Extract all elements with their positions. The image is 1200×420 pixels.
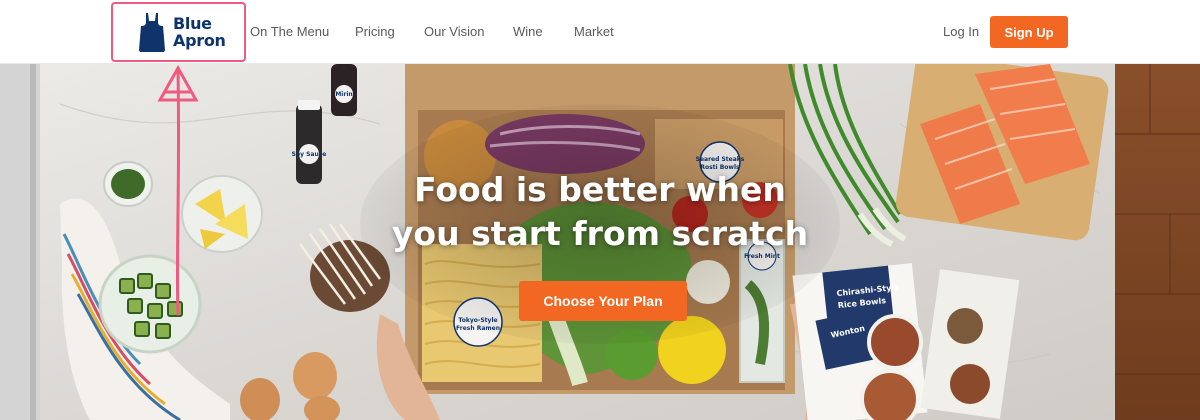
hero-headline-line2: you start from scratch [391,214,809,253]
choose-plan-button[interactable]: Choose Your Plan [519,281,687,321]
signup-button[interactable]: Sign Up [990,16,1068,48]
hero-headline: Food is better when you start from scrat… [380,168,820,256]
login-link[interactable]: Log In [943,24,979,39]
nav-item-market[interactable]: Market [574,24,614,39]
hero-headline-line1: Food is better when [414,170,786,209]
egg [240,378,280,420]
zucchini-bowl [98,254,202,354]
soy-sauce-bottle: Soy Sauce [292,100,327,184]
herb-dish [103,161,153,207]
brand-name: Blue Apron [173,15,226,49]
wood-table [1115,64,1200,420]
lemon-bowl [181,175,263,253]
nav-item-pricing[interactable]: Pricing [355,24,395,39]
salmon-board [895,64,1109,241]
mirin-bottle: Mirin [331,64,357,116]
svg-text:Soy Sauce: Soy Sauce [292,151,327,158]
egg [293,352,337,400]
brand-logo[interactable]: Blue Apron [137,10,226,54]
nav-item-our-vision[interactable]: Our Vision [424,24,484,39]
hero-section: Mirin Soy Sauce Seared Steaks Rosti Bowl… [0,64,1200,420]
brand-name-line2: Apron [173,31,226,50]
nav-item-wine[interactable]: Wine [513,24,543,39]
apron-icon [139,13,165,52]
recipe-cards: Chirashi-Style Rice Bowls Wonton [792,263,1020,420]
brand-name-line1: Blue [173,14,212,33]
site-header: Blue Apron On The Menu Pricing Our Visio… [0,0,1200,64]
nav-item-on-the-menu[interactable]: On The Menu [250,24,329,39]
svg-text:Mirin: Mirin [335,91,352,98]
